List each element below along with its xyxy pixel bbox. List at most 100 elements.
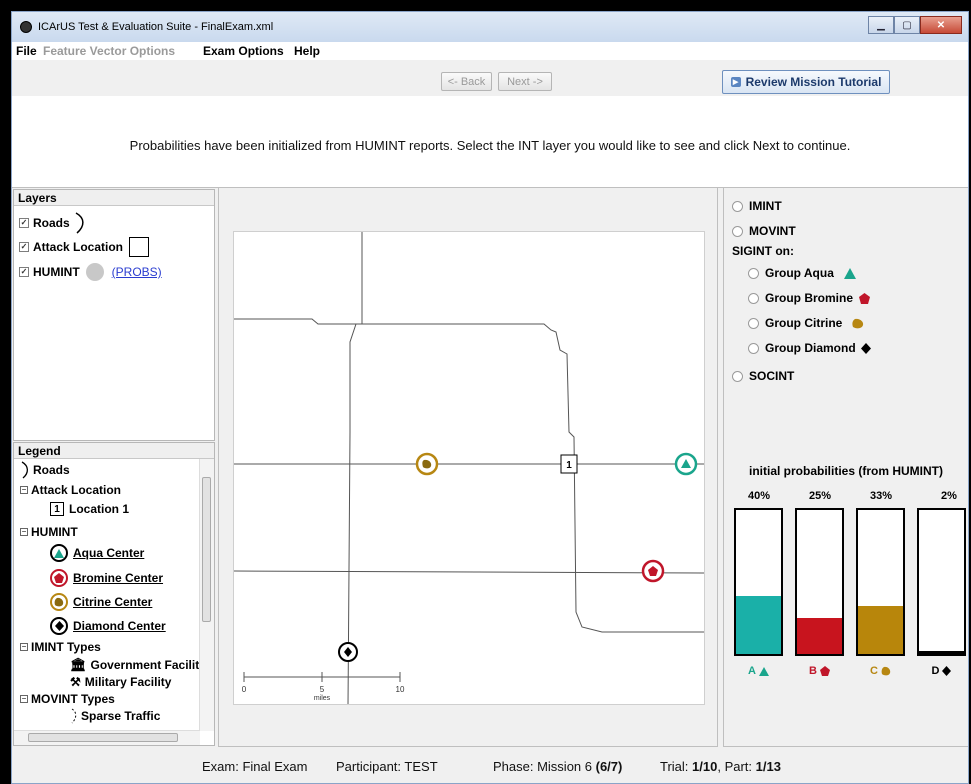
map-canvas[interactable]: 1 0 5 10 miles [233, 231, 705, 707]
layer-roads[interactable]: ✓ Roads [19, 212, 87, 234]
legend-panel: Legend Roads − Attack Location 1 Locatio… [13, 442, 215, 746]
window-controls: ▁ ▢ ✕ [868, 16, 962, 34]
next-button[interactable]: Next -> [498, 72, 552, 91]
attack-location-marker: 1 [560, 454, 578, 474]
diamond-icon [942, 666, 952, 676]
menu-feature-vector-options[interactable]: Feature Vector Options [43, 44, 175, 58]
legend-horizontal-scroll-thumb[interactable] [28, 733, 178, 742]
prob-percent-d: 2% [941, 490, 957, 502]
diamond-icon [860, 342, 871, 354]
government-building-icon: 🏛 [70, 657, 87, 672]
bar-letter-c: C [870, 665, 878, 677]
status-participant: Participant: TEST [336, 759, 438, 774]
movint-option[interactable]: MOVINT [732, 224, 796, 238]
sparse-traffic-icon [71, 708, 77, 724]
group-citrine-label: Group Citrine [765, 316, 843, 330]
legend-citrine-label: Citrine Center [73, 595, 153, 609]
collapse-icon[interactable]: − [20, 486, 28, 494]
bar-letter-d: D [931, 665, 940, 677]
legend-government-label: Government Facilit [90, 658, 200, 672]
movint-radio[interactable] [732, 225, 743, 237]
socint-radio[interactable] [732, 370, 743, 382]
humint-checkbox[interactable]: ✓ [19, 267, 29, 277]
layer-humint[interactable]: ✓ HUMINT (PROBS) [19, 263, 162, 281]
legend-attack-location[interactable]: − Attack Location [20, 483, 121, 497]
layer-attack-location[interactable]: ✓ Attack Location [19, 237, 150, 257]
legend-roads: Roads [20, 461, 70, 479]
attack-location-swatch-icon [129, 237, 150, 257]
legend-vertical-scroll-thumb[interactable] [202, 477, 211, 622]
status-phase-count: (6/7) [595, 759, 623, 774]
window-title: ICArUS Test & Evaluation Suite - FinalEx… [38, 21, 274, 33]
movint-label: MOVINT [749, 224, 796, 238]
legend-humint[interactable]: − HUMINT [20, 525, 78, 539]
status-part-count: 1/13 [755, 759, 781, 774]
prob-fill-b [797, 618, 842, 654]
scale-tick-10: 10 [396, 685, 405, 694]
app-icon [20, 21, 32, 33]
prob-bar-a [734, 508, 783, 656]
legend-vertical-scrollbar[interactable] [199, 459, 214, 731]
maximize-button[interactable]: ▢ [894, 16, 920, 34]
imint-radio[interactable] [732, 200, 743, 212]
back-button[interactable]: <- Back [441, 72, 492, 91]
aqua-triangle-icon [758, 666, 769, 676]
menu-file[interactable]: File [16, 44, 37, 58]
minimize-button[interactable]: ▁ [868, 16, 894, 34]
bromine-center-marker [641, 559, 665, 583]
bromine-pentagon-icon [859, 292, 871, 304]
scale-unit: miles [314, 695, 331, 702]
legend-humint-label: HUMINT [31, 525, 78, 539]
sigint-group-bromine[interactable]: Group Bromine [748, 291, 871, 305]
legend-aqua-center: Aqua Center [50, 544, 144, 562]
sigint-diamond-radio[interactable] [748, 342, 759, 354]
bar-label-c: C [856, 665, 905, 677]
legend-aqua-label: Aqua Center [73, 546, 145, 560]
group-aqua-label: Group Aqua [765, 266, 834, 280]
sigint-group-diamond[interactable]: Group Diamond [748, 341, 871, 355]
probabilities-title: initial probabilities (from HUMINT) [749, 464, 943, 478]
location-marker-icon: 1 [50, 502, 64, 516]
review-mission-tutorial-button[interactable]: ▶ Review Mission Tutorial [722, 70, 890, 94]
legend-attack-location-label: Attack Location [31, 483, 122, 497]
prob-fill-a [736, 596, 781, 654]
sigint-group-citrine[interactable]: Group Citrine [748, 316, 864, 330]
socint-option[interactable]: SOCINT [732, 369, 794, 383]
layer-attack-location-label: Attack Location [33, 240, 124, 254]
status-phase-prefix: Phase: Mission 6 [493, 759, 596, 774]
sigint-bromine-radio[interactable] [748, 292, 759, 304]
roads-checkbox[interactable]: ✓ [19, 218, 29, 228]
collapse-icon[interactable]: − [20, 528, 28, 536]
legend-roads-label: Roads [33, 463, 70, 477]
legend-horizontal-scrollbar[interactable] [14, 730, 200, 745]
layers-panel: Layers ✓ Roads ✓ Attack Location ✓ HUMIN… [13, 189, 215, 441]
legend-imint-types[interactable]: − IMINT Types [20, 640, 101, 654]
close-button[interactable]: ✕ [920, 16, 962, 34]
maximize-icon: ▢ [902, 19, 912, 31]
status-trial: Trial: 1/10, Part: 1/13 [660, 759, 781, 774]
collapse-icon[interactable]: − [20, 643, 28, 651]
legend-movint-types[interactable]: − MOVINT Types [20, 692, 115, 706]
legend-location-1-label: Location 1 [69, 502, 130, 516]
scale-tick-5: 5 [320, 685, 325, 694]
bar-letter-b: B [809, 665, 817, 677]
sigint-aqua-radio[interactable] [748, 267, 759, 279]
group-bromine-label: Group Bromine [765, 291, 854, 305]
sigint-group-aqua[interactable]: Group Aqua [748, 266, 856, 280]
legend-imint-types-label: IMINT Types [31, 640, 101, 654]
probs-link[interactable]: (PROBS) [112, 265, 162, 279]
status-trial-prefix: Trial: [660, 759, 693, 774]
aqua-triangle-icon [843, 267, 856, 279]
scale-tick-0: 0 [242, 685, 247, 694]
imint-option[interactable]: IMINT [732, 199, 782, 213]
prob-percent-c: 33% [869, 490, 893, 502]
collapse-icon[interactable]: − [20, 695, 28, 703]
attack-location-checkbox[interactable]: ✓ [19, 242, 29, 252]
sigint-citrine-radio[interactable] [748, 317, 759, 329]
legend-citrine-center: Citrine Center [50, 593, 152, 611]
road [234, 318, 704, 633]
menu-exam-options[interactable]: Exam Options [203, 44, 284, 58]
legend-bromine-center: Bromine Center [50, 569, 163, 587]
menu-help[interactable]: Help [294, 44, 320, 58]
application-window: ICArUS Test & Evaluation Suite - FinalEx… [11, 11, 969, 784]
